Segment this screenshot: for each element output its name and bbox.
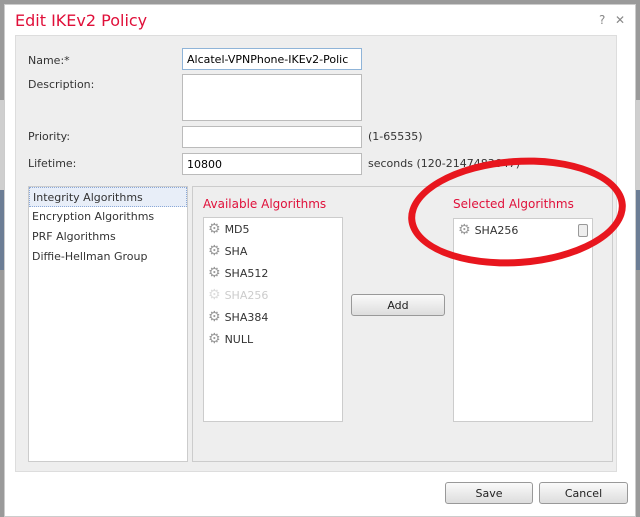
help-icon[interactable]: ? (599, 13, 605, 27)
list-item[interactable]: ⚙ SHA (204, 240, 342, 262)
list-item[interactable]: ⚙ SHA256 (454, 219, 592, 241)
description-input[interactable] (182, 74, 362, 121)
sidebar-item-diffie-hellman[interactable]: Diffie-Hellman Group (29, 247, 187, 267)
gear-icon: ⚙ (208, 331, 221, 347)
add-button[interactable]: Add (351, 294, 445, 316)
sidebar-item-encryption[interactable]: Encryption Algorithms (29, 207, 187, 227)
priority-input[interactable] (182, 126, 362, 148)
gear-icon: ⚙ (208, 265, 221, 281)
selected-heading: Selected Algorithms (453, 197, 574, 211)
gear-icon: ⚙ (208, 221, 221, 237)
cancel-button[interactable]: Cancel (539, 482, 628, 504)
description-label: Description: (28, 78, 95, 91)
gear-icon: ⚙ (208, 287, 221, 303)
algorithm-category-list: Integrity Algorithms Encryption Algorith… (28, 186, 188, 462)
list-item: ⚙ SHA256 (208, 287, 269, 303)
dialog-title: Edit IKEv2 Policy (15, 11, 148, 30)
lifetime-hint: seconds (120-2147483647) (368, 157, 520, 170)
sidebar-item-integrity[interactable]: Integrity Algorithms (29, 187, 187, 207)
available-heading: Available Algorithms (203, 197, 327, 211)
name-input[interactable] (182, 48, 362, 70)
available-list: ⚙ MD5 ⚙ SHA ⚙ SHA512 ⚙ SHA256 ⚙ SHA384 ⚙ NULL (203, 217, 343, 422)
priority-hint: (1-65535) (368, 130, 423, 143)
edit-ikev2-policy-dialog: Edit IKEv2 Policy ? ✕ Name:* Description… (4, 4, 636, 517)
form-panel: Name:* Description: Priority: (1-65535) … (15, 35, 617, 472)
lifetime-input[interactable] (182, 153, 362, 175)
trash-icon[interactable] (578, 223, 588, 237)
gear-icon: ⚙ (208, 243, 221, 259)
gear-icon: ⚙ (458, 222, 471, 238)
sidebar-item-prf[interactable]: PRF Algorithms (29, 227, 187, 247)
selected-list: ⚙ SHA256 (453, 218, 593, 422)
list-item[interactable]: ⚙ NULL (204, 328, 342, 350)
algorithm-panel: Available Algorithms ⚙ MD5 ⚙ SHA ⚙ SHA512 ⚙… (192, 186, 613, 462)
priority-label: Priority: (28, 130, 71, 143)
list-item[interactable]: ⚙ MD5 (204, 218, 342, 240)
gear-icon: ⚙ (208, 309, 221, 325)
name-label: Name:* (28, 54, 70, 67)
lifetime-label: Lifetime: (28, 157, 77, 170)
list-item[interactable]: ⚙ SHA384 (204, 306, 342, 328)
list-item[interactable]: ⚙ SHA512 (204, 262, 342, 284)
close-icon[interactable]: ✕ (615, 13, 625, 27)
save-button[interactable]: Save (445, 482, 533, 504)
